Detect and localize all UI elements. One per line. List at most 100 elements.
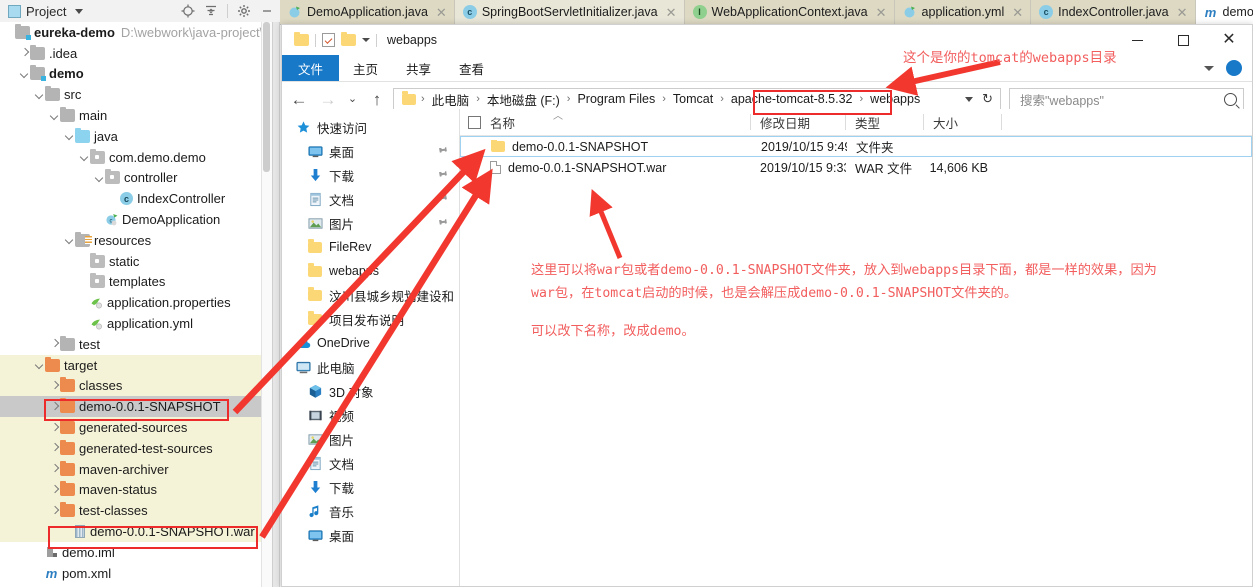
chevron-right-icon[interactable] xyxy=(49,464,60,475)
tree-row[interactable]: generated-sources xyxy=(0,417,272,438)
ribbon-tab-home[interactable]: 主页 xyxy=(339,55,392,81)
nav-item-17[interactable]: 桌面 xyxy=(282,523,459,547)
select-all-checkbox[interactable] xyxy=(468,115,481,129)
nav-item-16[interactable]: 音乐 xyxy=(282,499,459,523)
file-name-cell[interactable]: demo-0.0.1-SNAPSHOT xyxy=(461,139,752,154)
chevron-right-icon[interactable] xyxy=(49,484,60,495)
editor-tab-4[interactable]: c IndexController.java ✕ xyxy=(1031,0,1196,24)
chevron-right-icon[interactable] xyxy=(49,339,60,350)
tree-row[interactable]: m pom.xml xyxy=(0,563,272,584)
close-tab-icon[interactable]: ✕ xyxy=(876,6,887,19)
tree-row[interactable]: maven-archiver xyxy=(0,458,272,480)
editor-tab-3[interactable]: application.yml ✕ xyxy=(894,0,1032,24)
column-header-2[interactable]: 类型 xyxy=(846,109,924,135)
ribbon-file-tab[interactable]: 文件 xyxy=(282,55,340,81)
nav-item-14[interactable]: 文档 xyxy=(282,451,459,475)
tree-row[interactable]: templates xyxy=(0,272,272,293)
column-header-1[interactable]: 修改日期 xyxy=(751,109,846,135)
close-tab-icon[interactable]: ✕ xyxy=(666,6,677,19)
refresh-icon[interactable]: ↻ xyxy=(982,91,993,107)
nav-item-11[interactable]: 3D 对象 xyxy=(282,379,459,403)
breadcrumb-item-1[interactable]: 本地磁盘 (F:) xyxy=(481,90,566,109)
nav-item-3[interactable]: 文档 xyxy=(282,187,459,211)
breadcrumb-item-2[interactable]: Program Files xyxy=(571,92,661,106)
collapse-all-icon[interactable] xyxy=(204,4,218,18)
editor-tab-5[interactable]: m demo xyxy=(1195,0,1253,24)
editor-tab-0[interactable]: DemoApplication.java ✕ xyxy=(280,0,455,24)
table-row[interactable]: demo-0.0.1-SNAPSHOT.war 2019/10/15 9:33 WA… xyxy=(460,157,1252,178)
panel-divider[interactable] xyxy=(272,22,280,587)
tree-row[interactable]: test-classes xyxy=(0,500,272,522)
nav-item-9[interactable]: OneDrive xyxy=(282,331,459,355)
chevron-down-icon[interactable] xyxy=(75,8,84,14)
close-tab-icon[interactable]: ✕ xyxy=(1177,6,1188,19)
tree-row[interactable]: classes xyxy=(0,375,272,397)
maximize-button[interactable] xyxy=(1160,25,1206,55)
tree-row[interactable]: demo.iml xyxy=(0,542,272,563)
tree-row[interactable]: java xyxy=(0,126,272,147)
forward-button[interactable]: → xyxy=(315,87,341,111)
breadcrumb[interactable]: › 此电脑 › 本地磁盘 (F:) › Program Files › Tomcat › apac… xyxy=(393,87,1001,111)
tree-row[interactable]: c DemoApplication xyxy=(0,209,272,230)
chevron-down-icon[interactable] xyxy=(34,360,45,371)
nav-item-8[interactable]: 项目发布说明 xyxy=(282,307,459,331)
nav-item-7[interactable]: 汶川县城乡规划建设和 xyxy=(282,283,459,307)
tree-row[interactable]: com.demo.demo xyxy=(0,147,272,168)
tree-row[interactable]: eureka-demo D:\webwork\java-project\eure xyxy=(0,22,272,43)
chevron-down-icon[interactable] xyxy=(49,110,60,121)
tree-row[interactable]: src xyxy=(0,84,272,105)
up-button[interactable]: ↑ xyxy=(364,87,390,111)
chevron-down-icon[interactable] xyxy=(79,152,90,163)
expand-ribbon-icon[interactable] xyxy=(1204,65,1214,71)
nav-item-6[interactable]: webapps xyxy=(282,259,459,283)
nav-item-5[interactable]: FileRev xyxy=(282,235,459,259)
project-tool-window-button[interactable]: Project xyxy=(8,4,84,19)
nav-item-15[interactable]: 下载 xyxy=(282,475,459,499)
chevron-right-icon[interactable] xyxy=(49,505,60,516)
tree-scrollbar[interactable] xyxy=(261,22,272,587)
new-folder-icon[interactable] xyxy=(341,31,356,46)
ribbon-tab-share[interactable]: 共享 xyxy=(392,55,445,81)
pin-icon[interactable] xyxy=(433,214,450,232)
navigation-pane[interactable]: 快速访问 桌面 下载 文档 图片 FileRev webapps 汶川县城乡规划建设和 项目发布… xyxy=(282,109,459,586)
tree-row[interactable]: application.yml xyxy=(0,313,272,334)
minimize-icon[interactable] xyxy=(260,4,274,18)
chevron-down-icon[interactable] xyxy=(94,172,105,183)
pin-icon[interactable] xyxy=(433,166,450,184)
tree-row[interactable]: resources xyxy=(0,230,272,251)
breadcrumb-item-5[interactable]: webapps xyxy=(864,92,926,106)
nav-item-4[interactable]: 图片 xyxy=(282,211,459,235)
tree-row[interactable]: target xyxy=(0,354,272,376)
nav-item-2[interactable]: 下载 xyxy=(282,163,459,187)
close-tab-icon[interactable]: ✕ xyxy=(436,6,447,19)
pin-icon[interactable] xyxy=(433,190,450,208)
settings-gear-icon[interactable] xyxy=(237,4,251,18)
close-button[interactable]: ✕ xyxy=(1206,25,1252,55)
chevron-right-icon[interactable] xyxy=(49,443,60,454)
chevron-right-icon[interactable] xyxy=(49,380,60,391)
file-name-cell[interactable]: demo-0.0.1-SNAPSHOT.war xyxy=(460,161,751,175)
customize-caret-icon[interactable] xyxy=(362,38,370,42)
tree-row[interactable]: .idea xyxy=(0,43,272,64)
nav-item-12[interactable]: 视频 xyxy=(282,403,459,427)
search-input[interactable]: 搜索"webapps" xyxy=(1009,87,1244,111)
chevron-down-icon[interactable] xyxy=(19,68,30,79)
breadcrumb-root-icon[interactable] xyxy=(397,91,420,105)
breadcrumb-item-0[interactable]: 此电脑 xyxy=(426,90,476,109)
file-list[interactable]: 名称 ︿ 修改日期 类型 大小 demo-0.0.1-SNAPSHOT 2019/10/1… xyxy=(460,109,1252,586)
tree-row[interactable]: demo-0.0.1-SNAPSHOT xyxy=(0,396,272,418)
table-row[interactable]: demo-0.0.1-SNAPSHOT 2019/10/15 9:49 文件夹 xyxy=(460,136,1252,157)
tree-scrollbar-thumb[interactable] xyxy=(263,22,270,172)
back-button[interactable]: ← xyxy=(286,87,312,111)
tree-row[interactable]: controller xyxy=(0,168,272,189)
nav-item-1[interactable]: 桌面 xyxy=(282,139,459,163)
folder-icon[interactable] xyxy=(294,31,309,46)
nav-item-0[interactable]: 快速访问 xyxy=(282,115,459,139)
chevron-down-icon[interactable] xyxy=(34,89,45,100)
minimize-button[interactable] xyxy=(1114,25,1160,55)
tree-row[interactable]: static xyxy=(0,251,272,272)
breadcrumb-item-4[interactable]: apache-tomcat-8.5.32 xyxy=(725,92,859,106)
tree-row[interactable]: test xyxy=(0,334,272,355)
search-icon[interactable] xyxy=(1224,92,1237,106)
tree-row[interactable]: main xyxy=(0,105,272,126)
